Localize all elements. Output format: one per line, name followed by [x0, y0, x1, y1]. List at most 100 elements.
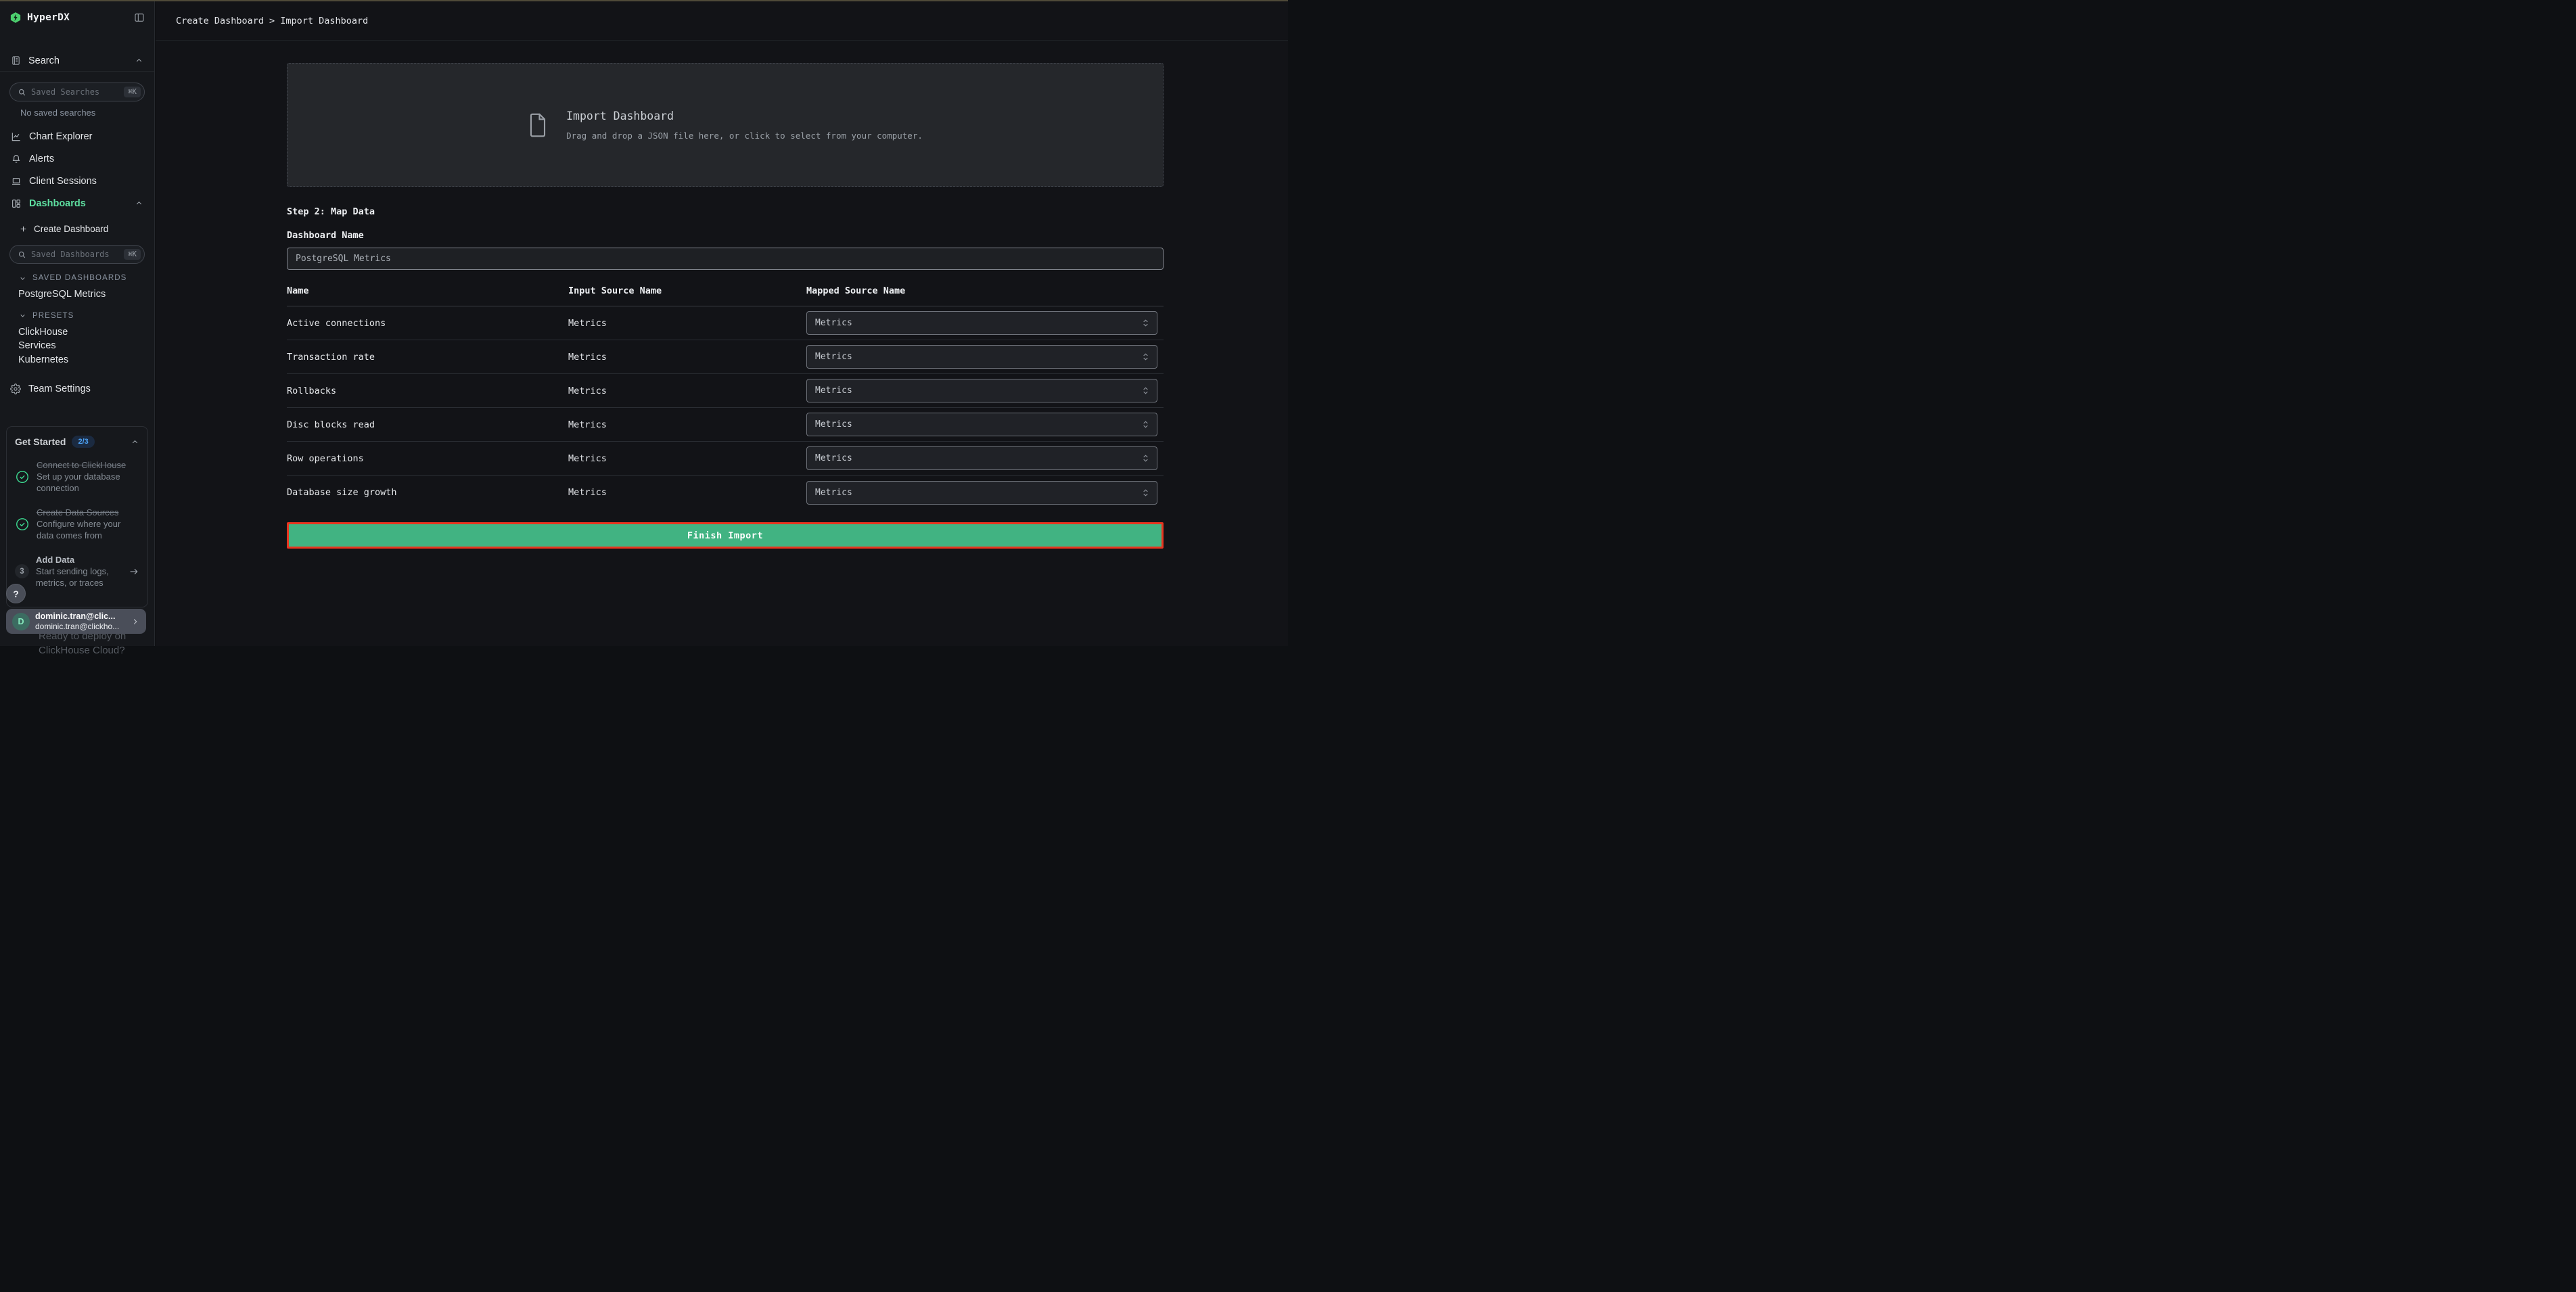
arrow-right-icon: [129, 566, 139, 577]
input-source-name: Metrics: [568, 318, 806, 329]
sidebar-section-search-label: Search: [28, 55, 127, 66]
check-circle-icon: [15, 517, 30, 532]
table-row: Rollbacks Metrics Metrics: [287, 374, 1164, 408]
collapse-sidebar-icon[interactable]: [134, 12, 145, 23]
mapped-source-select[interactable]: Metrics: [806, 311, 1157, 335]
input-source-name: Metrics: [568, 352, 806, 363]
brand-name: HyperDX: [27, 12, 70, 23]
search-section-icon: [11, 55, 21, 66]
presets-group-header[interactable]: PRESETS: [19, 312, 154, 320]
dashboard-name-input[interactable]: [296, 254, 1155, 264]
chart-name: Row operations: [287, 453, 568, 464]
saved-dashboards-group-header[interactable]: SAVED DASHBOARDS: [19, 274, 154, 282]
team-settings-label: Team Settings: [28, 384, 91, 394]
user-display-name: dominic.tran@clic...: [35, 612, 125, 622]
sidebar-item-alerts[interactable]: Alerts: [0, 147, 154, 170]
shortcut-badge: ⌘K: [124, 249, 141, 260]
chart-name: Rollbacks: [287, 386, 568, 396]
dropzone-title: Import Dashboard: [566, 110, 923, 122]
user-menu[interactable]: D dominic.tran@clic... dominic.tran@clic…: [6, 609, 146, 634]
step-heading: Step 2: Map Data: [287, 206, 1164, 217]
saved-dashboard-item[interactable]: PostgreSQL Metrics: [18, 287, 154, 302]
saved-dashboards-field[interactable]: [31, 250, 119, 259]
saved-dashboards-input[interactable]: ⌘K: [9, 245, 145, 264]
dashboard-name-label: Dashboard Name: [287, 230, 1164, 241]
mapped-source-select[interactable]: Metrics: [806, 379, 1157, 402]
sidebar-item-chart-explorer[interactable]: Chart Explorer: [0, 125, 154, 147]
select-chevrons-icon: [1141, 488, 1150, 497]
breadcrumb-separator: >: [269, 16, 275, 26]
get-started-header[interactable]: Get Started 2/3: [15, 436, 139, 448]
progress-badge: 2/3: [72, 436, 94, 448]
finish-import-label: Finish Import: [687, 530, 763, 541]
chevron-right-icon: [131, 617, 140, 626]
table-row: Disc blocks read Metrics Metrics: [287, 408, 1164, 442]
sidebar-item-label: Dashboards: [29, 198, 127, 209]
file-icon: [528, 112, 548, 138]
avatar: D: [12, 613, 30, 630]
chevron-down-icon: [19, 312, 26, 319]
task-description: Configure where your data comes from: [37, 518, 139, 541]
select-chevrons-icon: [1141, 319, 1150, 327]
chart-name: Disc blocks read: [287, 419, 568, 430]
top-accent-bar: [0, 0, 1288, 1]
select-chevrons-icon: [1141, 386, 1150, 395]
chevron-up-icon: [135, 199, 143, 208]
breadcrumb-create-dashboard[interactable]: Create Dashboard: [176, 16, 264, 26]
dropzone-subtitle: Drag and drop a JSON file here, or click…: [566, 131, 923, 141]
get-started-item-add-data[interactable]: 3 Add Data Start sending logs, metrics, …: [15, 554, 139, 589]
chart-explorer-icon: [11, 131, 22, 142]
preset-item-services[interactable]: Services: [18, 339, 154, 353]
sidebar-item-dashboards[interactable]: Dashboards: [0, 192, 154, 214]
get-started-title: Get Started: [15, 436, 66, 447]
promo-peek-text: ClickHouse Cloud?: [39, 645, 125, 656]
table-row: Row operations Metrics Metrics: [287, 442, 1164, 476]
mapped-source-select[interactable]: Metrics: [806, 481, 1157, 505]
preset-item-clickhouse[interactable]: ClickHouse: [18, 325, 154, 340]
preset-item-kubernetes[interactable]: Kubernetes: [18, 353, 154, 367]
gear-icon: [10, 384, 21, 394]
mapped-source-select[interactable]: Metrics: [806, 446, 1157, 470]
table-row: Transaction rate Metrics Metrics: [287, 340, 1164, 374]
import-dropzone[interactable]: Import Dashboard Drag and drop a JSON fi…: [287, 63, 1164, 187]
table-row: Database size growth Metrics Metrics: [287, 476, 1164, 509]
chart-name: Transaction rate: [287, 352, 568, 363]
finish-import-button[interactable]: Finish Import: [287, 522, 1164, 549]
get-started-item-sources[interactable]: Create Data Sources Configure where your…: [15, 507, 139, 541]
mapped-source-select[interactable]: Metrics: [806, 413, 1157, 436]
team-settings-button[interactable]: Team Settings: [0, 378, 154, 400]
get-started-item-connect[interactable]: Connect to ClickHouse Set up your databa…: [15, 459, 139, 494]
input-source-name: Metrics: [568, 386, 806, 396]
column-header-name: Name: [287, 285, 568, 296]
column-header-input-source: Input Source Name: [568, 285, 806, 296]
mapped-source-select[interactable]: Metrics: [806, 345, 1157, 369]
saved-searches-field[interactable]: [31, 87, 119, 97]
task-title: Add Data: [36, 554, 122, 566]
search-icon: [18, 88, 26, 97]
input-source-name: Metrics: [568, 453, 806, 464]
dashboards-grid-icon: [11, 198, 22, 209]
shortcut-badge: ⌘K: [124, 87, 141, 97]
breadcrumb-import-dashboard[interactable]: Import Dashboard: [280, 16, 368, 26]
saved-dashboards-header-label: SAVED DASHBOARDS: [32, 274, 127, 282]
sidebar: HyperDX Search ⌘K No saved searches Char…: [0, 1, 155, 646]
check-circle-icon: [15, 469, 30, 484]
dashboard-name-input-wrap: [287, 248, 1164, 270]
create-dashboard-label: Create Dashboard: [34, 224, 108, 234]
search-icon: [18, 250, 26, 259]
hyperdx-logo-icon: [9, 11, 22, 24]
column-header-mapped-source: Mapped Source Name: [806, 285, 1164, 296]
create-dashboard-button[interactable]: Create Dashboard: [0, 218, 154, 239]
select-chevrons-icon: [1141, 454, 1150, 463]
chevron-up-icon: [135, 56, 143, 65]
sidebar-section-search[interactable]: Search: [0, 50, 154, 72]
sidebar-item-client-sessions[interactable]: Client Sessions: [0, 170, 154, 192]
chevron-down-icon: [19, 275, 26, 282]
help-button[interactable]: ?: [6, 584, 26, 603]
select-chevrons-icon: [1141, 420, 1150, 429]
sidebar-nav: Chart Explorer Alerts Client Sessions Da…: [0, 125, 154, 214]
chevron-up-icon: [131, 438, 139, 446]
saved-searches-input[interactable]: ⌘K: [9, 83, 145, 101]
get-started-panel: Get Started 2/3 Connect to ClickHouse Se…: [6, 426, 148, 607]
sidebar-item-label: Client Sessions: [29, 176, 143, 187]
